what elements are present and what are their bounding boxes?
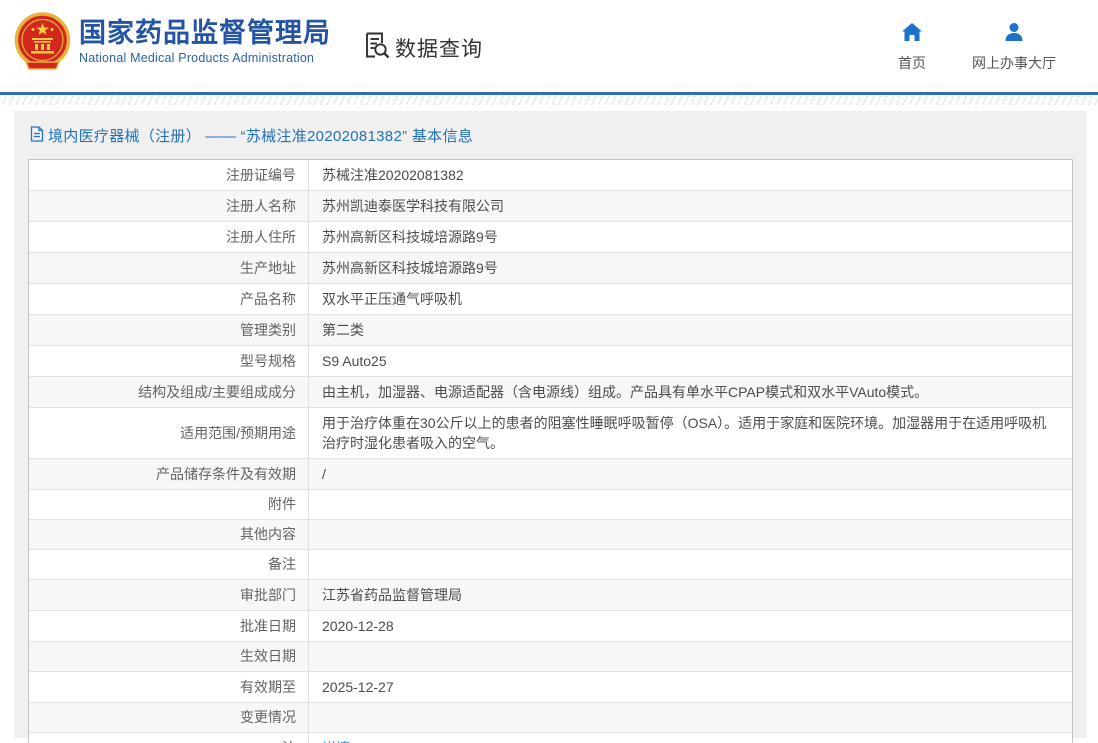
org-name: 国家药品监督管理局 National Medical Products Admi… [79,12,331,65]
table-row: 注册人名称 苏州凯迪泰医学科技有限公司 [29,191,1072,222]
page-header: 国家药品监督管理局 National Medical Products Admi… [0,0,1098,92]
table-row: 附件 [29,490,1072,520]
info-table: 注册证编号 苏械注准20202081382 注册人名称 苏州凯迪泰医学科技有限公司 注册… [28,159,1073,743]
row-value [309,520,1072,549]
org-name-en: National Medical Products Administration [79,51,315,65]
row-label: 注册证编号 [29,160,309,190]
row-value: 2020-12-28 [322,618,394,634]
row-value: 2025-12-27 [322,679,394,695]
table-row: 有效期至 2025-12-27 [29,672,1072,703]
row-value: 苏州高新区科技城培源路9号 [322,229,498,245]
row-label: 注 [29,733,309,743]
row-value [309,703,1072,732]
table-row: 备注 [29,550,1072,580]
table-row: 变更情况 [29,703,1072,733]
nav-item-label: 网上办事大厅 [972,55,1056,71]
row-label: 注册人住所 [29,222,309,252]
row-value: 苏州凯迪泰医学科技有限公司 [322,198,504,214]
row-label: 审批部门 [29,580,309,610]
row-value [309,490,1072,519]
table-row: 注册人住所 苏州高新区科技城培源路9号 [29,222,1072,253]
table-row: 批准日期 2020-12-28 [29,611,1072,642]
row-value: 双水平正压通气呼吸机 [322,291,462,307]
row-label: 批准日期 [29,611,309,641]
row-value: 由主机，加湿器、电源适配器（含电源线）组成。产品具有单水平CPAP模式和双水平V… [322,384,929,400]
row-label: 适用范围/预期用途 [29,408,309,458]
row-label: 结构及组成/主要组成成分 [29,377,309,407]
national-emblem-icon [14,12,71,72]
page-title-text: 境内医疗器械（注册） —— “苏械注准20202081382” 基本信息 [48,128,474,145]
table-row: 生效日期 [29,642,1072,672]
row-value: / [322,466,326,482]
table-row: 注详情 [29,733,1072,743]
table-row: 管理类别 第二类 [29,315,1072,346]
data-query-module[interactable]: 数据查询 [361,30,483,65]
site-logo[interactable]: 国家药品监督管理局 National Medical Products Admi… [14,12,331,72]
row-value: 苏州高新区科技城培源路9号 [322,260,498,276]
table-row: 结构及组成/主要组成成分 由主机，加湿器、电源适配器（含电源线）组成。产品具有单水… [29,377,1072,408]
row-label: 产品名称 [29,284,309,314]
org-name-zh: 国家药品监督管理局 [79,18,331,48]
nav-item-home[interactable]: 首页 [898,22,926,73]
home-icon [901,22,923,47]
row-value: 第二类 [322,322,364,338]
row-label: 管理类别 [29,315,309,345]
document-icon [30,125,44,146]
nav-item-service-hall[interactable]: 网上办事大厅 [972,22,1056,73]
row-label: 产品储存条件及有效期 [29,459,309,489]
row-label: 注册人名称 [29,191,309,221]
doc-search-icon [361,30,391,65]
table-row: 生产地址 苏州高新区科技城培源路9号 [29,253,1072,284]
row-value [309,642,1072,671]
user-icon [1003,22,1025,47]
content-panel: 境内医疗器械（注册） —— “苏械注准20202081382” 基本信息 注册证… [14,111,1087,743]
row-label: 附件 [29,490,309,519]
page-title: 境内医疗器械（注册） —— “苏械注准20202081382” 基本信息 [28,124,1073,159]
top-nav: 首页 网上办事大厅 [898,22,1056,73]
table-row: 注册证编号 苏械注准20202081382 [29,160,1072,191]
row-label: 有效期至 [29,672,309,702]
table-row: 产品储存条件及有效期 / [29,459,1072,490]
row-label: 生产地址 [29,253,309,283]
table-row: 其他内容 [29,520,1072,550]
table-row: 适用范围/预期用途 用于治疗体重在30公斤以上的患者的阻塞性睡眠呼吸暂停（OSA）… [29,408,1072,459]
row-value: 苏械注准20202081382 [322,167,464,183]
row-label: 生效日期 [29,642,309,671]
table-row: 产品名称 双水平正压通气呼吸机 [29,284,1072,315]
row-label: 型号规格 [29,346,309,376]
table-row: 型号规格 S9 Auto25 [29,346,1072,377]
detail-link[interactable]: 详情 [322,738,350,743]
data-query-label: 数据查询 [395,37,483,61]
row-value: 详情 [309,733,1072,743]
nav-item-label: 首页 [898,55,926,71]
hatch-pattern-strip [0,95,1098,105]
row-label: 备注 [29,550,309,579]
table-row: 审批部门 江苏省药品监督管理局 [29,580,1072,611]
row-value: S9 Auto25 [322,353,387,369]
row-value: 江苏省药品监督管理局 [322,587,462,603]
row-value: 用于治疗体重在30公斤以上的患者的阻塞性睡眠呼吸暂停（OSA）。适用于家庭和医院… [322,415,1047,451]
row-label: 其他内容 [29,520,309,549]
row-value [309,550,1072,579]
row-label: 变更情况 [29,703,309,732]
